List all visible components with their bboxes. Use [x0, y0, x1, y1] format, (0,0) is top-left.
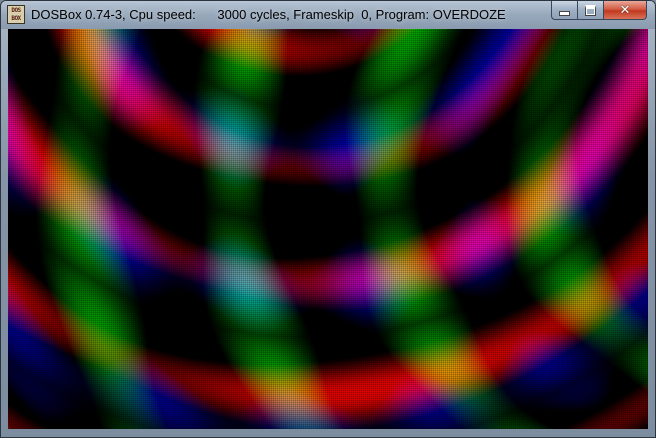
title-bar[interactable]: DOS BOX DOSBox 0.74-3, Cpu speed: 3000 c…	[1, 1, 655, 29]
minimize-button[interactable]	[551, 1, 577, 20]
icon-text-dos: DOS	[11, 7, 21, 14]
window-title: DOSBox 0.74-3, Cpu speed: 3000 cycles, F…	[31, 7, 506, 22]
dosbox-icon[interactable]: DOS BOX	[7, 5, 25, 24]
maximize-icon	[585, 4, 596, 16]
minimize-icon	[559, 10, 570, 16]
close-button[interactable]: ✕	[603, 1, 647, 20]
close-icon: ✕	[619, 2, 631, 18]
icon-text-box: BOX	[11, 15, 21, 22]
plasma-demo-canvas	[8, 29, 648, 429]
dosbox-window: DOS BOX DOSBox 0.74-3, Cpu speed: 3000 c…	[0, 0, 656, 438]
caption-buttons: ✕	[551, 1, 647, 20]
dos-screen[interactable]	[8, 29, 648, 429]
maximize-button[interactable]	[577, 1, 603, 20]
